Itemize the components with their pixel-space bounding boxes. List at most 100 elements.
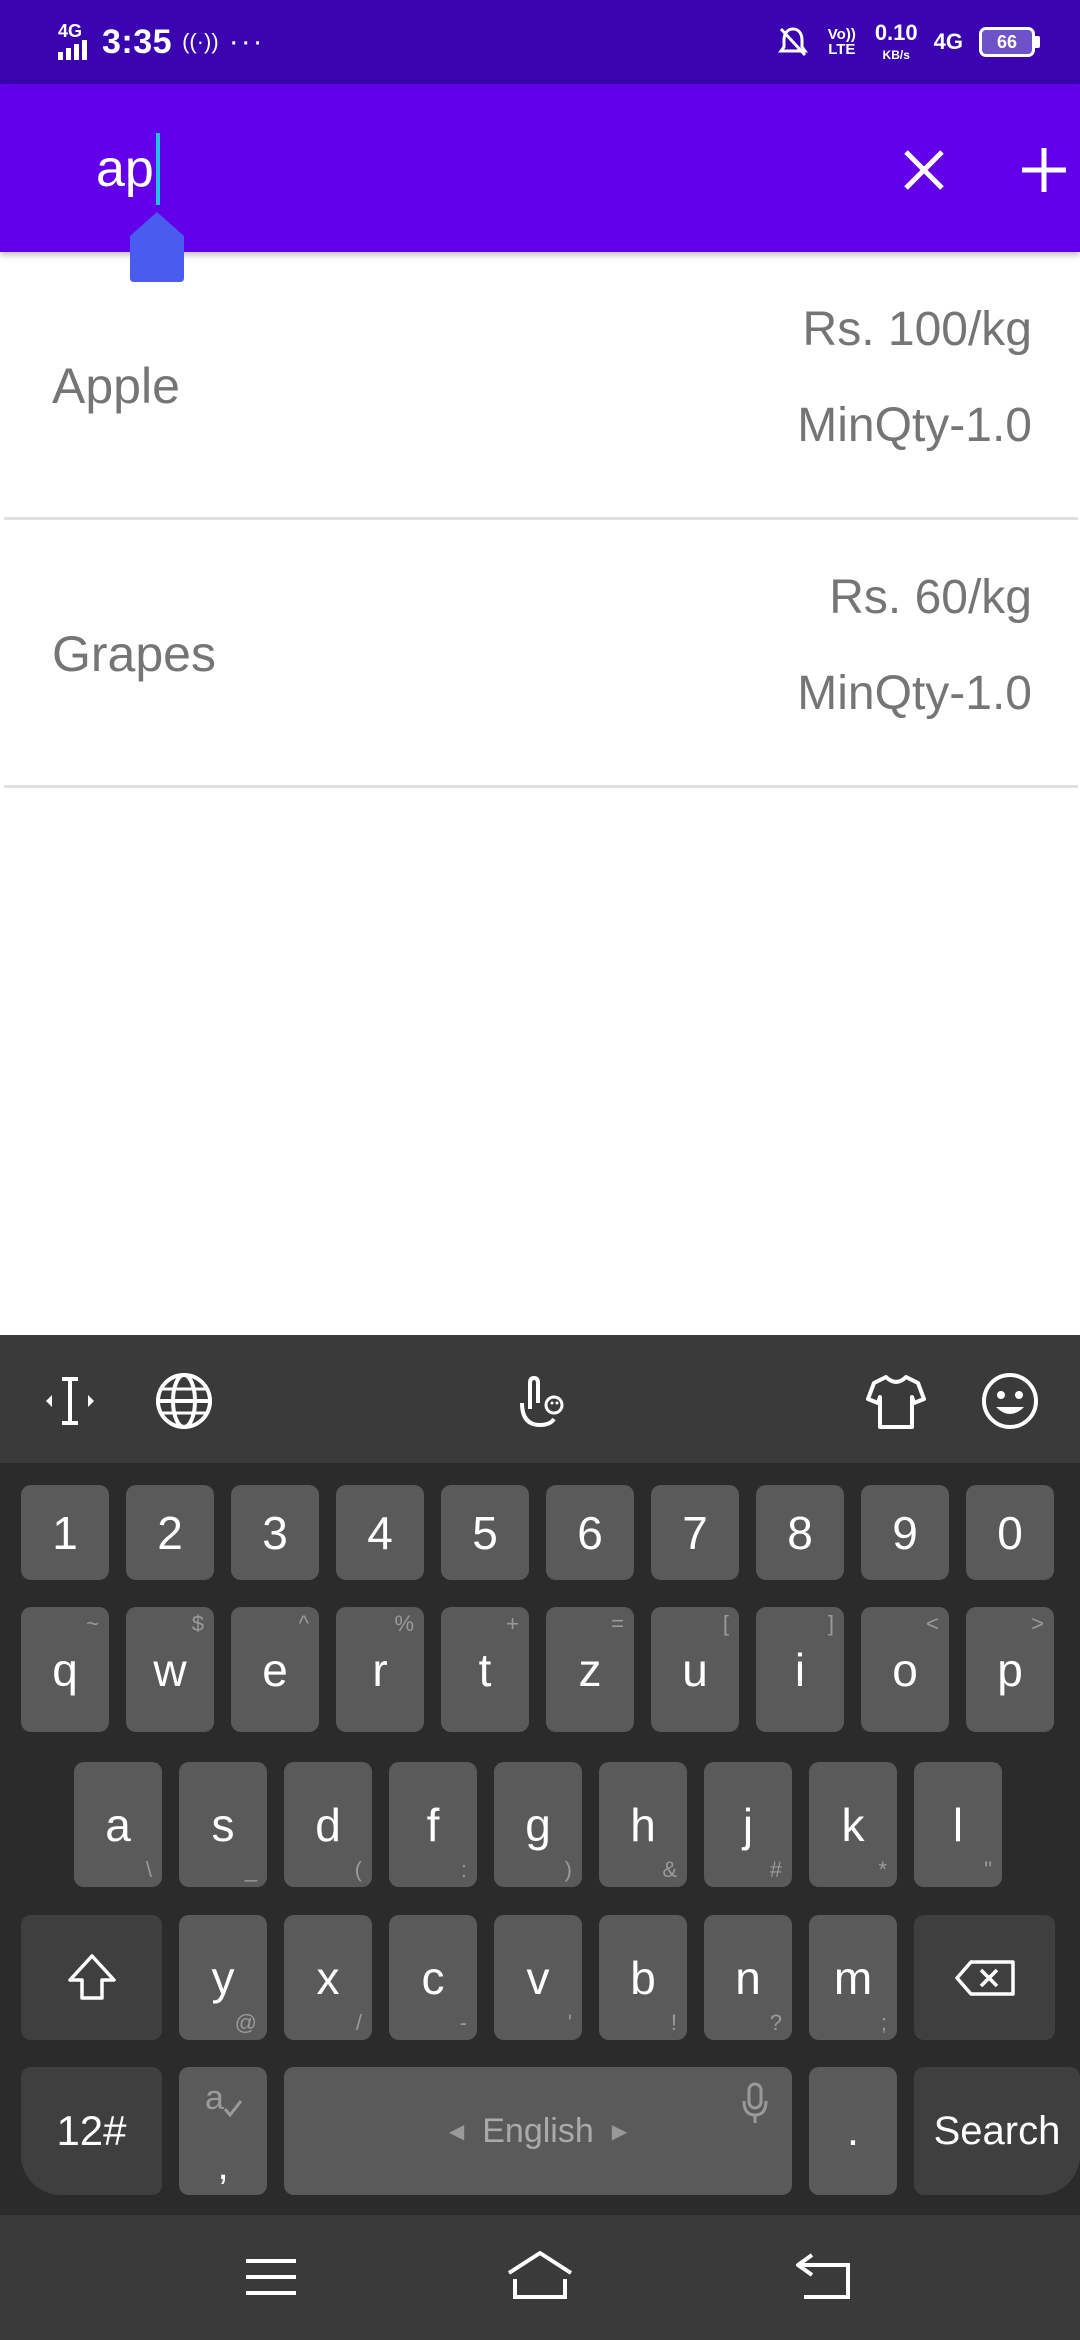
key-label: b: [630, 1951, 656, 2004]
text-cursor-control-icon[interactable]: [38, 1369, 102, 1433]
product-item[interactable]: Apple Rs. 100/kg MinQty-1.0: [4, 252, 1078, 520]
key-alt: *: [878, 1857, 887, 1882]
gesture-typing-icon[interactable]: [508, 1369, 572, 1433]
status-right: Vo)) LTE 0.10 KB/s 4G 66: [777, 22, 1040, 62]
svg-text:a: a: [205, 2079, 224, 2117]
keyboard: 1 2 3 4 5 6 7 8 9 0 q ~ w $ e ^ r% t + z = u[…: [0, 1335, 1080, 2215]
key-alt: @: [234, 2010, 257, 2035]
menu-icon[interactable]: [236, 2245, 306, 2309]
key-i[interactable]: i]: [756, 1607, 844, 1732]
network-type-right: 4G: [933, 29, 963, 54]
key-8[interactable]: 8: [756, 1485, 844, 1580]
key-j[interactable]: j #: [704, 1762, 792, 1887]
status-left: 4G 3:35 ((·)) ···: [54, 22, 265, 62]
key-0[interactable]: 0: [966, 1485, 1054, 1580]
key-l[interactable]: l ": [914, 1762, 1002, 1887]
mute-alarm-icon: [777, 27, 808, 57]
search-input[interactable]: ap: [96, 133, 160, 205]
globe-icon[interactable]: [152, 1369, 216, 1433]
key-a[interactable]: a \: [74, 1762, 162, 1887]
key-alt: %: [394, 1611, 414, 1636]
key-6[interactable]: 6: [546, 1485, 634, 1580]
key-2[interactable]: 2: [126, 1485, 214, 1580]
key-o[interactable]: o <: [861, 1607, 949, 1732]
period-key[interactable]: .: [809, 2067, 897, 2195]
theme-shirt-icon[interactable]: [864, 1369, 928, 1433]
shift-key[interactable]: [21, 1915, 162, 2040]
key-alt: \: [145, 1857, 152, 1882]
key-label: u: [682, 1643, 708, 1696]
key-alt: +: [506, 1611, 519, 1636]
text-cursor: [155, 133, 160, 205]
key-w[interactable]: w $: [126, 1607, 214, 1732]
key-q[interactable]: q ~: [21, 1607, 109, 1732]
key-f[interactable]: f:: [389, 1762, 477, 1887]
key-alt: ): [564, 1857, 572, 1882]
key-label: a: [105, 1798, 131, 1851]
key-label: g: [525, 1798, 551, 1851]
key-3[interactable]: 3: [231, 1485, 319, 1580]
key-1[interactable]: 1: [21, 1485, 109, 1580]
battery-icon: 66: [979, 27, 1040, 57]
back-icon[interactable]: [790, 2245, 860, 2309]
key-p[interactable]: p >: [966, 1607, 1054, 1732]
key-label: e: [262, 1643, 288, 1696]
key-h[interactable]: h &: [599, 1762, 687, 1887]
key-r[interactable]: r%: [336, 1607, 424, 1732]
emoji-icon[interactable]: [978, 1369, 1042, 1433]
key-g[interactable]: g): [494, 1762, 582, 1887]
backspace-key[interactable]: [914, 1915, 1055, 2040]
key-b[interactable]: b!: [599, 1915, 687, 2040]
key-alt: ]: [827, 1611, 834, 1636]
key-alt: ?: [769, 2010, 782, 2035]
key-label: z: [578, 1643, 602, 1696]
key-m[interactable]: m;: [809, 1915, 897, 2040]
key-7[interactable]: 7: [651, 1485, 739, 1580]
speed-value: 0.10: [874, 20, 918, 45]
product-list: Apple Rs. 100/kg MinQty-1.0 Grapes Rs. 6…: [0, 252, 1080, 788]
key-alt: /: [355, 2010, 362, 2035]
key-label: p: [997, 1643, 1023, 1696]
search-query: ap: [96, 140, 154, 198]
volte-label: Vo)) LTE: [827, 26, 856, 58]
keyboard-toolbar: [0, 1335, 1080, 1463]
backspace-icon: [954, 1959, 1015, 1996]
comma-key[interactable]: a ,: [179, 2067, 267, 2195]
more-notifications-icon: ···: [228, 25, 265, 58]
key-label: t: [478, 1643, 492, 1696]
key-s[interactable]: s _: [179, 1762, 267, 1887]
add-button[interactable]: [1012, 138, 1076, 202]
product-details: Rs. 100/kg MinQty-1.0: [797, 300, 1032, 456]
cursor-handle-icon[interactable]: [128, 210, 186, 284]
key-y[interactable]: y @: [179, 1915, 267, 2040]
product-price: Rs. 100/kg: [802, 303, 1032, 356]
key-4[interactable]: 4: [336, 1485, 424, 1580]
key-d[interactable]: d(: [284, 1762, 372, 1887]
product-details: Rs. 60/kg MinQty-1.0: [797, 568, 1032, 724]
key-n[interactable]: n?: [704, 1915, 792, 2040]
key-v[interactable]: v ': [494, 1915, 582, 2040]
product-name: Grapes: [52, 626, 216, 682]
key-x[interactable]: x /: [284, 1915, 372, 2040]
clear-search-button[interactable]: [892, 138, 956, 202]
product-price: Rs. 60/kg: [829, 571, 1032, 624]
comma-label: ,: [217, 2144, 229, 2188]
search-key[interactable]: Search: [914, 2067, 1080, 2195]
key-9[interactable]: 9: [861, 1485, 949, 1580]
product-min-qty: MinQty-1.0: [797, 399, 1032, 452]
key-u[interactable]: u[: [651, 1607, 739, 1732]
space-key[interactable]: ◀ English ▶: [284, 2067, 792, 2195]
symbols-key[interactable]: 12#: [21, 2067, 162, 2195]
key-k[interactable]: k *: [809, 1762, 897, 1887]
key-z[interactable]: z =: [546, 1607, 634, 1732]
key-5[interactable]: 5: [441, 1485, 529, 1580]
language-label: English: [482, 2111, 594, 2150]
key-alt: $: [191, 1611, 204, 1636]
key-c[interactable]: c-: [389, 1915, 477, 2040]
key-label: m: [833, 1951, 873, 2004]
status-time: 3:35: [102, 22, 173, 61]
key-e[interactable]: e ^: [231, 1607, 319, 1732]
product-item[interactable]: Grapes Rs. 60/kg MinQty-1.0: [4, 520, 1078, 788]
key-t[interactable]: t +: [441, 1607, 529, 1732]
home-icon[interactable]: [505, 2245, 575, 2309]
